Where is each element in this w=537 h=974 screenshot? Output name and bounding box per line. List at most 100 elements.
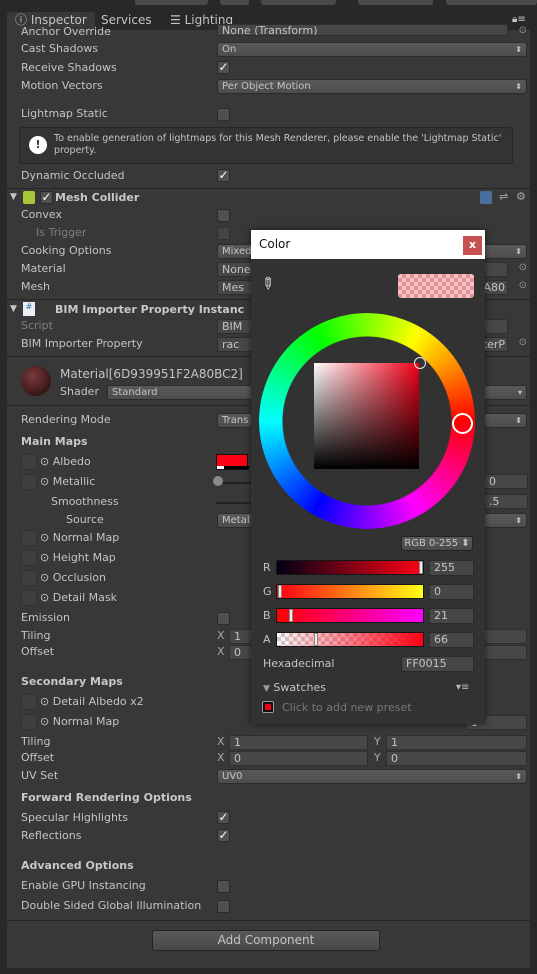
g-label: G — [263, 585, 272, 598]
object-picker-icon[interactable]: ⊙ — [519, 280, 527, 291]
specular-highlights-checkbox[interactable]: ✓ — [217, 811, 230, 824]
offset-x-field[interactable]: 0 — [229, 751, 368, 766]
a-slider[interactable] — [276, 632, 424, 647]
double-sided-gi-checkbox[interactable] — [217, 900, 230, 913]
label: Dynamic Occluded — [21, 169, 125, 182]
dynamic-occluded-checkbox[interactable]: ✓ — [217, 169, 230, 182]
label: Offset — [21, 645, 55, 658]
texture-slot[interactable] — [21, 474, 37, 490]
a-value-field[interactable]: 66 — [429, 632, 474, 648]
height-map-label: ⊙ Height Map — [40, 551, 116, 564]
y-label: Y — [374, 751, 381, 764]
label: Tiling — [21, 735, 51, 748]
gpu-instancing-checkbox[interactable] — [217, 880, 230, 893]
emission-checkbox[interactable] — [217, 612, 230, 625]
preset-icon[interactable]: ⇌ — [499, 190, 508, 203]
label: Cooking Options — [21, 244, 112, 257]
b-slider[interactable] — [276, 608, 424, 623]
texture-slot[interactable] — [21, 590, 37, 606]
b-value-field[interactable]: 21 — [429, 608, 474, 624]
receive-shadows-checkbox[interactable]: ✓ — [217, 61, 230, 74]
color-preview — [398, 274, 474, 298]
uv-set-dropdown[interactable]: UV0 ⬍ — [217, 769, 527, 784]
saturation-value-square[interactable] — [314, 363, 419, 469]
object-picker-icon[interactable]: ⊙ — [519, 25, 527, 36]
texture-slot[interactable] — [21, 454, 37, 470]
tiling-y-field[interactable]: 1 — [386, 735, 527, 750]
swatches-foldout[interactable]: ▼ Swatches — [263, 681, 326, 694]
section-heading: Advanced Options — [21, 859, 134, 872]
toolbar-button[interactable] — [220, 0, 249, 5]
label: Tiling — [21, 629, 51, 642]
hex-field[interactable]: FF0015 — [401, 656, 474, 672]
sv-handle[interactable] — [414, 357, 426, 369]
eyedropper-icon[interactable]: ✎ — [256, 272, 279, 295]
object-picker-icon[interactable]: ⊙ — [519, 337, 527, 348]
toolbar-button[interactable] — [446, 0, 537, 5]
motion-vectors-dropdown[interactable]: Per Object Motion ⬍ — [217, 79, 527, 94]
label: Anchor Override — [21, 25, 111, 38]
texture-slot[interactable] — [21, 714, 37, 730]
g-slider[interactable] — [276, 584, 424, 599]
object-picker-icon[interactable]: ⊙ — [519, 262, 527, 273]
slider-thumb[interactable] — [213, 476, 223, 486]
cast-shadows-dropdown[interactable]: On ⬍ — [217, 42, 527, 57]
x-label: X — [217, 751, 225, 764]
label: Is Trigger — [36, 226, 87, 239]
divider — [7, 188, 530, 189]
color-mode-dropdown[interactable]: RGB 0-255 ⬍ — [401, 536, 473, 551]
offset-y-field[interactable]: 0 — [386, 751, 527, 766]
toolbar-button[interactable] — [261, 0, 336, 5]
metallic-value[interactable]: 0 — [484, 474, 528, 489]
texture-slot[interactable] — [21, 550, 37, 566]
texture-slot[interactable] — [21, 530, 37, 546]
lock-icon[interactable]: 🔒︎≡ — [512, 14, 526, 25]
detail-albedo-label: ⊙ Detail Albedo x2 — [40, 695, 144, 708]
label: Reflections — [21, 829, 82, 842]
component-title: Mesh Collider — [55, 191, 140, 204]
metallic-label: ⊙ Metallic — [40, 475, 96, 488]
smoothness-value[interactable]: .5 — [484, 494, 528, 509]
foldout-arrow-icon[interactable]: ▼ — [10, 304, 17, 314]
foldout-arrow-icon[interactable]: ▼ — [10, 192, 17, 202]
reflections-checkbox[interactable]: ✓ — [217, 829, 230, 842]
smoothness-slider[interactable] — [216, 502, 256, 504]
section-heading: Forward Rendering Options — [21, 791, 192, 804]
add-preset-swatch[interactable] — [262, 701, 274, 713]
info-box: ! To enable generation of lightmaps for … — [19, 127, 513, 164]
mesh-collider-enabled-checkbox[interactable]: ✓ — [40, 191, 53, 204]
convex-checkbox[interactable] — [217, 209, 230, 222]
a-label: A — [263, 633, 271, 646]
anchor-override-field[interactable]: None (Transform) — [217, 24, 508, 36]
x-label: X — [217, 629, 225, 642]
r-value-field[interactable]: 255 — [429, 560, 474, 576]
label: Cast Shadows — [21, 42, 99, 55]
swatches-menu-icon[interactable]: ▾≡ — [456, 682, 469, 693]
gear-icon[interactable]: ⚙ — [516, 190, 526, 203]
label: Mesh — [21, 280, 50, 293]
label: Specular Highlights — [21, 811, 128, 824]
albedo-color-swatch[interactable] — [216, 454, 249, 470]
close-button[interactable]: x — [463, 236, 482, 255]
label: Source — [66, 513, 104, 526]
texture-slot[interactable] — [21, 694, 37, 710]
toolbar-button[interactable] — [135, 0, 208, 5]
y-label: Y — [374, 735, 381, 748]
normal-map-label: ⊙ Normal Map — [40, 531, 120, 544]
texture-slot[interactable] — [21, 570, 37, 586]
label: Smoothness — [51, 495, 119, 508]
label: Double Sided Global Illumination — [21, 899, 202, 912]
is-trigger-checkbox[interactable] — [217, 227, 230, 240]
label: Convex — [21, 208, 62, 221]
r-slider[interactable] — [276, 560, 424, 575]
tiling-x-field[interactable]: 1 — [229, 735, 368, 750]
label: Receive Shadows — [21, 61, 117, 74]
help-icon[interactable] — [480, 191, 492, 204]
detail-mask-label: ⊙ Detail Mask — [40, 591, 117, 604]
toolbar-button[interactable] — [358, 0, 433, 5]
add-component-button[interactable]: Add Component — [152, 930, 380, 951]
label: BIM Importer Property — [21, 337, 143, 350]
lightmap-static-checkbox[interactable] — [217, 108, 230, 121]
hue-handle[interactable] — [452, 413, 473, 434]
g-value-field[interactable]: 0 — [429, 584, 474, 600]
